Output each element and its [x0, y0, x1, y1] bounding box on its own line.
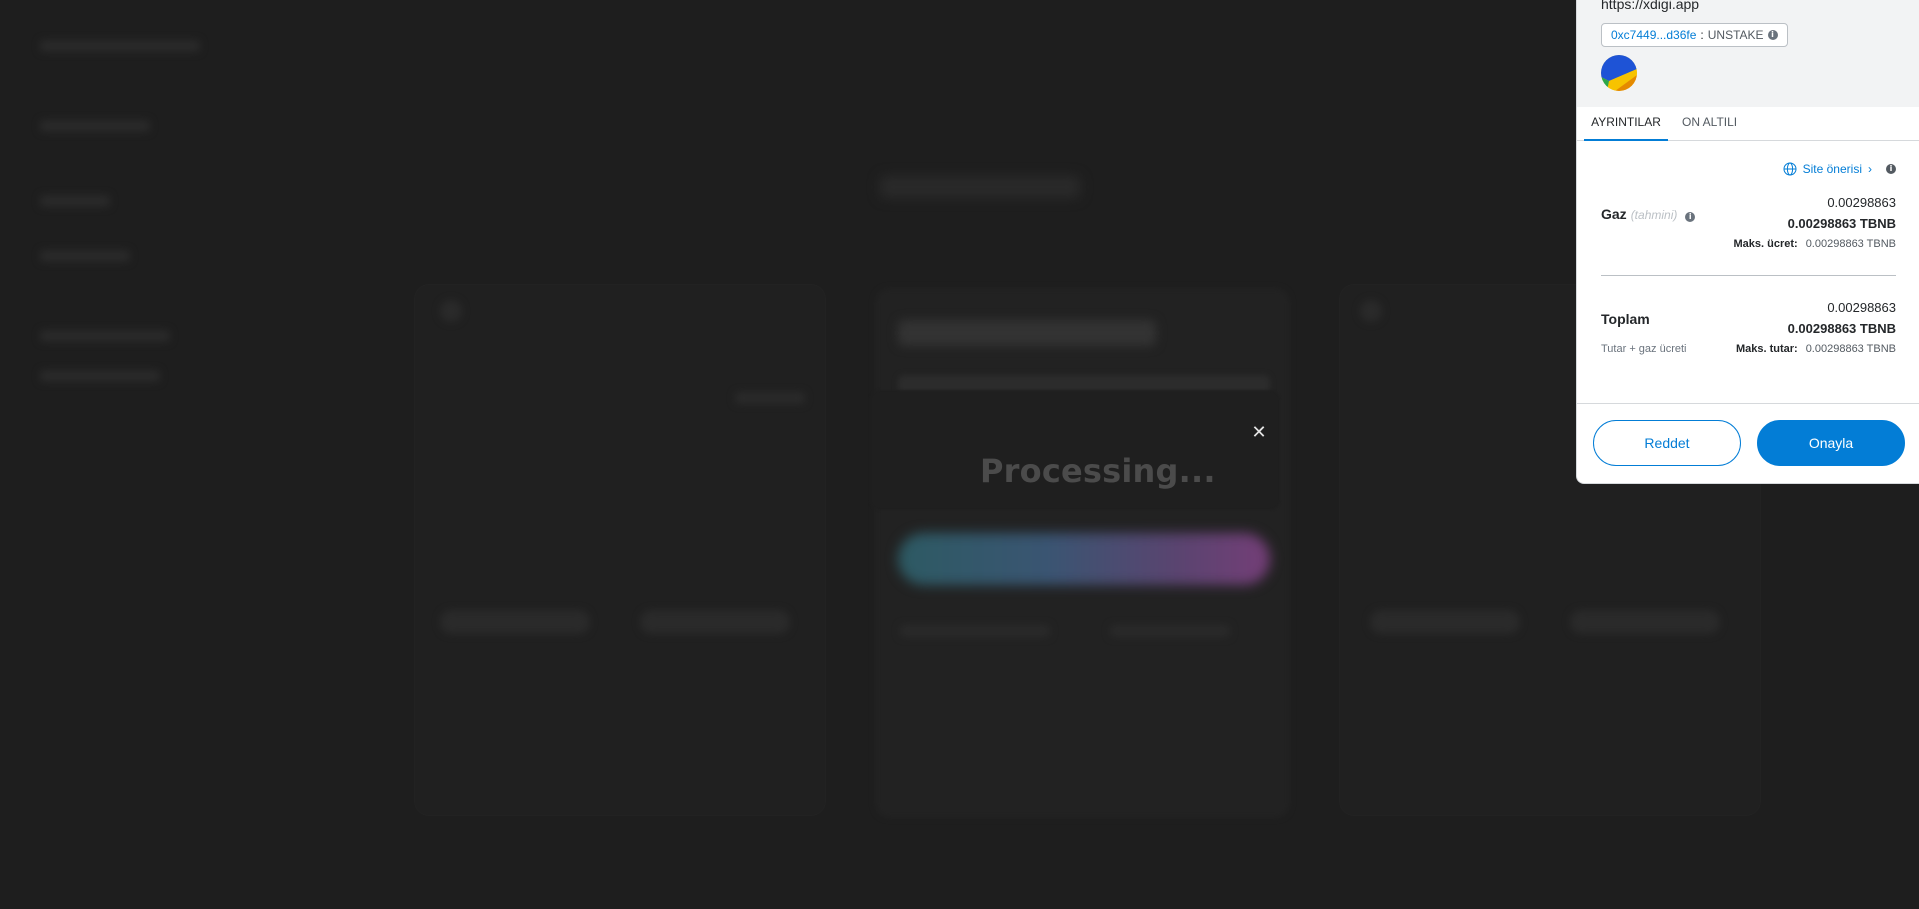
footer-divider [1577, 403, 1919, 404]
contract-method: UNSTAKE [1707, 28, 1764, 42]
globe-icon [1783, 162, 1797, 176]
bg-card-button [1570, 610, 1720, 634]
site-suggestion-link[interactable]: Site önerisi › i [1783, 162, 1896, 176]
gas-label: Gaz [1601, 206, 1627, 222]
gas-estimate-label: (tahmini) [1630, 208, 1678, 222]
chevron-right-icon: › [1868, 162, 1872, 176]
total-max-value: 0.00298863 TBNB [1805, 343, 1896, 355]
bg-card-text [735, 392, 805, 404]
bg-nav-item [40, 120, 150, 132]
section-divider [1601, 275, 1896, 276]
total-token-value: 0.00298863 TBNB [1787, 321, 1896, 336]
processing-modal [870, 390, 1280, 510]
bg-page-heading [880, 176, 1080, 198]
close-icon[interactable]: ✕ [1251, 423, 1267, 441]
bg-nav-item [40, 40, 200, 52]
metamask-confirm-popup: https://xdigi.app 0xc7449...d36fe : UNST… [1576, 0, 1919, 484]
gas-fiat-value: 0.00298863 [1827, 195, 1896, 210]
contract-separator: : [1700, 28, 1704, 42]
total-fiat-value: 0.00298863 [1827, 300, 1896, 315]
gas-max-fee: Maks. ücret: 0.00298863 TBNB [1733, 238, 1896, 250]
total-label: Toplam [1601, 311, 1650, 327]
bg-panel-text [900, 625, 1050, 637]
info-icon[interactable]: i [1767, 30, 1778, 40]
bg-card-button [640, 610, 790, 634]
gas-max-value: 0.00298863 TBNB [1805, 238, 1896, 250]
site-url: https://xdigi.app [1601, 0, 1700, 12]
gas-label-row: Gaz (tahmini) i [1601, 206, 1696, 222]
tab-hex[interactable]: ON ALTILI [1676, 107, 1743, 139]
avatar-jazzicon [1601, 55, 1637, 91]
bg-pool-card [415, 285, 825, 815]
contract-method-pill[interactable]: 0xc7449...d36fe : UNSTAKE i [1601, 23, 1788, 47]
total-max-label: Maks. tutar: [1735, 343, 1798, 355]
reject-button[interactable]: Reddet [1593, 420, 1741, 466]
bg-card-button [1370, 610, 1520, 634]
site-suggestion-label[interactable]: Site önerisi [1803, 162, 1862, 176]
bg-card-icon [440, 300, 462, 322]
bg-card-button [440, 610, 590, 634]
bg-panel-text [1110, 625, 1230, 637]
bg-withdraw-title [898, 320, 1156, 346]
popup-header: https://xdigi.app 0xc7449...d36fe : UNST… [1577, 0, 1919, 107]
account-avatar [1601, 55, 1637, 91]
processing-text: Processing... [980, 452, 1216, 490]
bg-nav-item [40, 330, 170, 342]
bg-nav-item [40, 370, 160, 382]
gas-max-label: Maks. ücret: [1733, 238, 1798, 250]
info-icon[interactable]: i [1886, 164, 1896, 174]
contract-address[interactable]: 0xc7449...d36fe [1611, 28, 1696, 42]
bg-withdraw-button [898, 533, 1270, 585]
bg-nav-item [40, 250, 130, 262]
total-max-amount: Maks. tutar: 0.00298863 TBNB [1736, 343, 1896, 355]
bg-card-icon [1360, 300, 1382, 322]
confirm-button[interactable]: Onayla [1757, 420, 1905, 466]
tab-details[interactable]: AYRINTILAR [1584, 107, 1668, 141]
details-tabs: AYRINTILAR ON ALTILI [1577, 107, 1919, 141]
info-icon[interactable]: i [1685, 212, 1696, 222]
gas-token-value: 0.00298863 TBNB [1787, 216, 1896, 231]
bg-nav-item [40, 195, 110, 207]
total-sub-label: Tutar + gaz ücreti [1601, 343, 1687, 355]
